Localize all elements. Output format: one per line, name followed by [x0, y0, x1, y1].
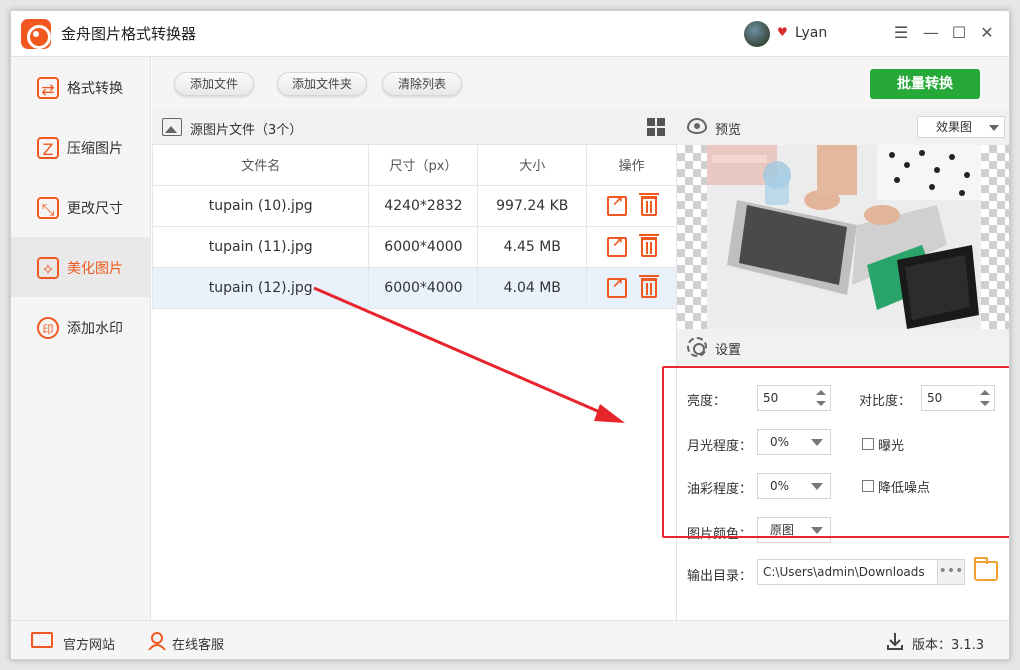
user-name[interactable]: Lyan: [795, 25, 827, 41]
clear-list-button[interactable]: 清除列表: [382, 72, 462, 96]
open-file-icon[interactable]: [606, 235, 627, 257]
output-dir-label: 输出目录：: [687, 569, 753, 584]
watermark-icon: 印: [37, 317, 59, 339]
batch-convert-button[interactable]: 批量转换: [870, 69, 980, 99]
browse-path-button[interactable]: •••: [937, 560, 964, 584]
sidebar-item-watermark[interactable]: 印 添加水印: [11, 297, 151, 357]
folder-icon[interactable]: [974, 557, 998, 581]
row-actions: [586, 184, 677, 227]
toolbar: 添加文件 添加文件夹 清除列表 批量转换: [152, 57, 1009, 109]
table-row-selected[interactable]: tupain (12).jpg 6000*4000 4.04 MB: [151, 266, 677, 309]
app-title: 金舟图片格式转换器: [61, 25, 197, 43]
grid-view-icon[interactable]: [647, 118, 665, 136]
beautify-icon: ✧: [37, 257, 59, 279]
resize-icon: ⤡: [37, 197, 59, 219]
sidebar-item-label: 添加水印: [67, 321, 123, 337]
app-window: 金舟图片格式转换器 ♥ Lyan ☰ — ☐ ✕ ⇄ 格式转换 Z 压缩图片 ⤡…: [10, 10, 1010, 660]
gear-icon: [687, 337, 707, 357]
sidebar-item-label: 更改尺寸: [67, 201, 123, 217]
add-file-button[interactable]: 添加文件: [174, 72, 254, 96]
settings-header: 设置: [677, 329, 1009, 365]
add-folder-button[interactable]: 添加文件夹: [277, 72, 367, 96]
preview-mode-select[interactable]: 效果图: [917, 116, 1005, 138]
delete-icon[interactable]: [638, 274, 659, 298]
customer-service-icon: [147, 632, 167, 651]
menu-icon[interactable]: ☰: [891, 23, 911, 43]
compress-icon: Z: [37, 137, 59, 159]
open-file-icon[interactable]: [606, 194, 627, 216]
preview-title: 预览: [715, 123, 742, 138]
vip-heart-icon: ♥: [777, 25, 788, 39]
sidebar-item-beautify[interactable]: ✧ 美化图片: [11, 237, 151, 297]
title-bar: 金舟图片格式转换器 ♥ Lyan ☰ — ☐ ✕: [11, 11, 1009, 57]
minimize-icon[interactable]: —: [921, 23, 941, 43]
official-website-link[interactable]: 官方网站: [63, 634, 115, 653]
preview-area: [677, 145, 1009, 329]
file-table: 文件名 尺寸（px） 大小 操作 tupain (10).jpg 4240*28…: [151, 145, 677, 309]
settings-title: 设置: [715, 343, 742, 358]
column-header-dimensions: 尺寸（px）: [368, 145, 479, 186]
delete-icon[interactable]: [638, 233, 659, 257]
delete-icon[interactable]: [638, 192, 659, 216]
website-icon: [31, 632, 53, 648]
sidebar-item-label: 压缩图片: [67, 141, 123, 157]
column-header-filename: 文件名: [151, 145, 370, 186]
image-icon: [162, 118, 182, 136]
column-header-actions: 操作: [586, 145, 677, 186]
online-support-link[interactable]: 在线客服: [172, 634, 224, 653]
user-avatar[interactable]: [744, 21, 770, 47]
download-icon: [886, 632, 906, 650]
sidebar-item-resize[interactable]: ⤡ 更改尺寸: [11, 177, 151, 237]
sidebar: ⇄ 格式转换 Z 压缩图片 ⤡ 更改尺寸 ✧ 美化图片 印 添加水印: [11, 57, 151, 620]
row-actions: [586, 225, 677, 268]
column-header-size: 大小: [477, 145, 588, 186]
sidebar-item-label: 美化图片: [67, 261, 123, 277]
sidebar-item-label: 格式转换: [67, 81, 123, 97]
file-name: tupain (12).jpg: [151, 266, 370, 309]
file-size: 4.04 MB: [477, 266, 588, 309]
eye-icon: [687, 118, 707, 134]
sidebar-item-compress[interactable]: Z 压缩图片: [11, 117, 151, 177]
sidebar-item-format-convert[interactable]: ⇄ 格式转换: [11, 57, 151, 117]
right-panel: 预览 效果图 设置 亮度： 50 对比度： 50 月光程度： 0% 曝光 油彩程…: [677, 109, 1009, 620]
file-list-title: 源图片文件（3个）: [190, 123, 303, 138]
file-size: 997.24 KB: [477, 184, 588, 227]
file-name: tupain (10).jpg: [151, 184, 370, 227]
version-label: 版本：3.1.3: [912, 638, 985, 653]
file-name: tupain (11).jpg: [151, 225, 370, 268]
close-icon[interactable]: ✕: [977, 23, 997, 43]
preview-image: [707, 145, 981, 329]
footer: 官方网站 在线客服 版本：3.1.3: [11, 620, 1009, 659]
table-row[interactable]: tupain (10).jpg 4240*2832 997.24 KB: [151, 184, 677, 227]
row-actions: [586, 266, 677, 309]
maximize-icon[interactable]: ☐: [949, 23, 969, 43]
file-dimensions: 4240*2832: [368, 184, 479, 227]
preview-photo-illustration: [707, 145, 981, 329]
format-convert-icon: ⇄: [37, 77, 59, 99]
open-file-icon[interactable]: [606, 276, 627, 298]
file-list-header: 源图片文件（3个）: [152, 109, 677, 145]
file-list-panel: 源图片文件（3个） 文件名 尺寸（px） 大小 操作 tupain (10).j…: [151, 109, 677, 620]
highlight-box: [662, 366, 1009, 538]
file-dimensions: 6000*4000: [368, 266, 479, 309]
table-row[interactable]: tupain (11).jpg 6000*4000 4.45 MB: [151, 225, 677, 268]
output-path-field[interactable]: C:\Users\admin\Downloads: [757, 559, 965, 585]
app-logo-icon: [21, 19, 51, 49]
file-dimensions: 6000*4000: [368, 225, 479, 268]
preview-header: 预览 效果图: [677, 109, 1009, 145]
file-size: 4.45 MB: [477, 225, 588, 268]
